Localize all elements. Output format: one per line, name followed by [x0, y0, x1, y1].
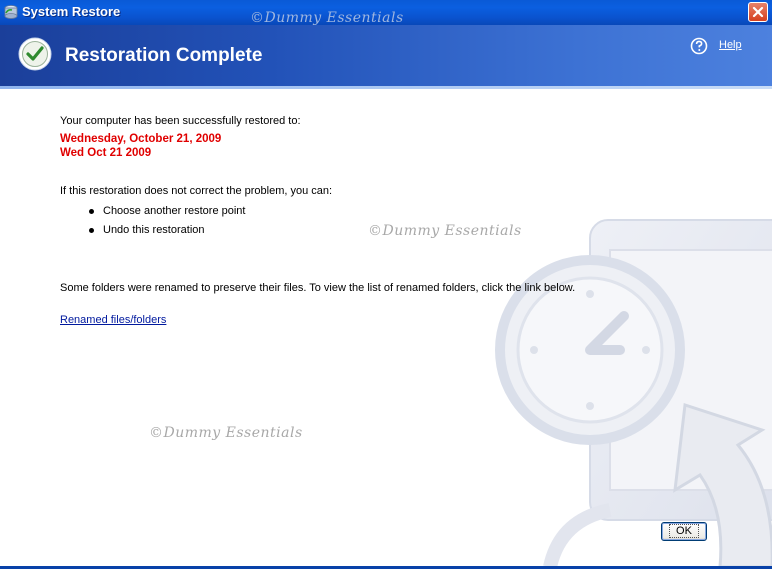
system-restore-app-icon: [4, 5, 18, 19]
bullet-icon: [89, 209, 94, 214]
restore-date-long: Wednesday, October 21, 2009: [60, 133, 222, 145]
bullet-icon: [89, 228, 94, 233]
renamed-folders-note: Some folders were renamed to preserve th…: [60, 282, 576, 294]
renamed-files-link[interactable]: Renamed files/folders: [60, 314, 166, 326]
close-icon: [752, 6, 764, 18]
option-undo-restoration: Undo this restoration: [103, 224, 205, 236]
options-intro-text: If this restoration does not correct the…: [60, 185, 333, 197]
watermark-text: ©Dummy Essentials: [149, 425, 303, 441]
window-title: System Restore: [22, 4, 121, 19]
help-icon[interactable]: [690, 37, 708, 55]
main-content: Your computer has been successfully rest…: [0, 89, 772, 567]
option-choose-restore-point: Choose another restore point: [103, 205, 246, 217]
close-button[interactable]: [748, 2, 768, 22]
watermark-text: ©Dummy Essentials: [250, 10, 404, 26]
restore-date-short: Wed Oct 21 2009: [60, 147, 152, 159]
wizard-header: Restoration Complete Help: [0, 25, 772, 86]
ok-button[interactable]: OK: [661, 522, 707, 541]
restored-intro-text: Your computer has been successfully rest…: [60, 115, 301, 127]
title-bar[interactable]: System Restore ©Dummy Essentials: [0, 0, 772, 26]
ok-button-label: OK: [669, 524, 699, 538]
watermark-text: ©Dummy Essentials: [368, 223, 522, 239]
success-check-icon: [18, 37, 52, 71]
help-link[interactable]: Help: [719, 39, 742, 51]
page-title: Restoration Complete: [65, 45, 263, 66]
